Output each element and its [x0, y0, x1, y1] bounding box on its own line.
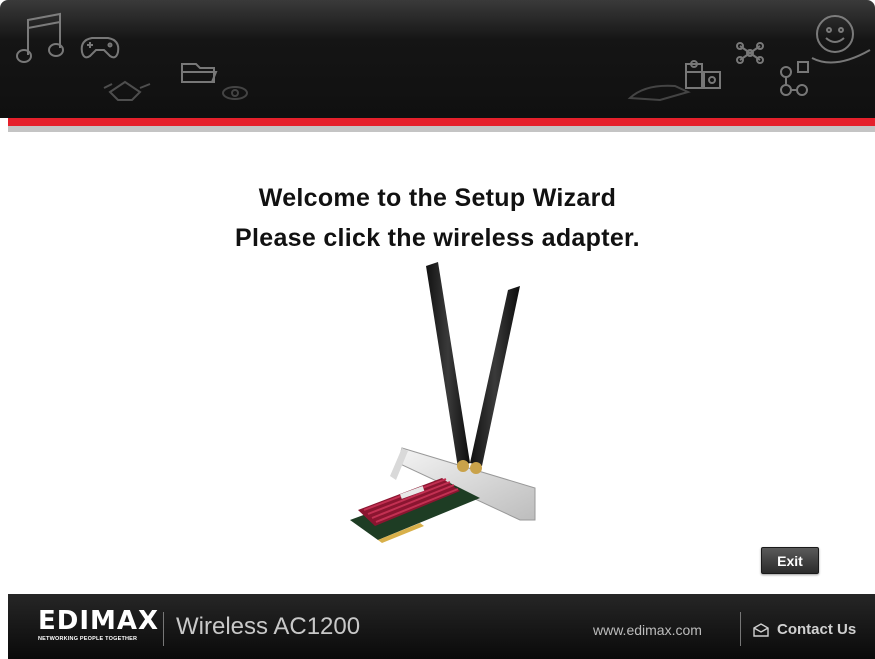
exit-button[interactable]: Exit: [761, 547, 819, 574]
header-accent-stripe: [8, 118, 875, 126]
instruction-text: Please click the wireless adapter.: [235, 224, 640, 252]
handshake-icon: [103, 80, 151, 101]
puzzle-icon: [685, 60, 721, 89]
eye-icon: [222, 86, 248, 100]
folder-icon: [181, 63, 218, 83]
product-name: Wireless AC1200: [176, 613, 361, 640]
contact-us-label: Contact Us: [777, 621, 857, 638]
hand-icon: [627, 84, 691, 102]
network-icon: [736, 42, 764, 64]
contact-us-link[interactable]: Contact Us: [753, 621, 856, 638]
logo-tagline: NETWORKING PEOPLE TOGETHER: [38, 636, 138, 642]
header-decoration: [16, 12, 871, 102]
molecule-icon: [780, 61, 809, 96]
website-link[interactable]: www.edimax.com: [593, 622, 702, 638]
header-banner: [0, 0, 875, 118]
edimax-logo: EDIMAX NETWORKING PEOPLE TOGETHER: [38, 608, 159, 642]
header-shadow-stripe: [8, 126, 875, 132]
envelope-icon: [753, 622, 769, 637]
welcome-title: Welcome to the Setup Wizard: [258, 184, 617, 212]
music-note-icon: [16, 12, 64, 63]
gamepad-icon: [80, 37, 120, 59]
logo-text: EDIMAX: [38, 606, 160, 636]
smiley-icon: [811, 15, 871, 64]
footer-divider: [740, 612, 741, 646]
wireless-adapter-image[interactable]: [330, 258, 540, 548]
footer-bar: EDIMAX NETWORKING PEOPLE TOGETHER Wirele…: [8, 594, 875, 659]
footer-divider: [163, 612, 164, 646]
